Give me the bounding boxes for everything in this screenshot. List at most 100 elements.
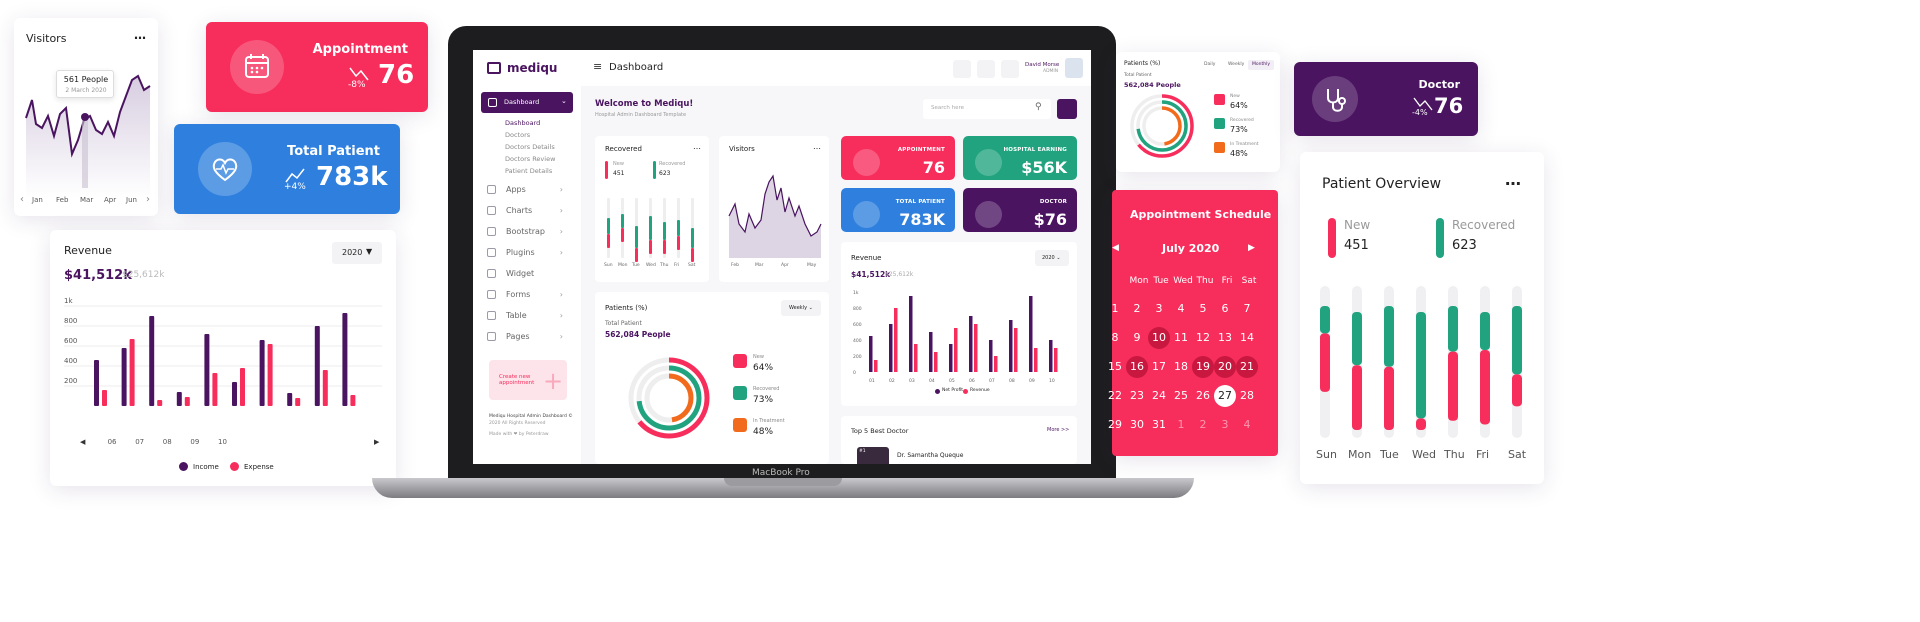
sidebar-item-label: Table (506, 311, 527, 320)
calendar-day[interactable]: 5 (1192, 298, 1214, 320)
revenue-mini-chart: 1k 800 600 400 200 0 01 02 03 04 05 06 07 08 09 10 (853, 290, 1058, 384)
tile-value: 783K (899, 210, 945, 229)
tile-label: HOSPITAL EARNING (1003, 147, 1067, 153)
visitors-next-button[interactable]: › (146, 194, 150, 205)
logo: mediqu (507, 61, 558, 75)
visitors-mini-chart (728, 174, 822, 258)
legend-value: 64% (1230, 101, 1248, 110)
calendar-day[interactable]: 1 (1104, 298, 1126, 320)
settings-icon[interactable] (1001, 60, 1019, 78)
calendar-day[interactable]: 22 (1104, 385, 1126, 407)
sidebar-subitem[interactable]: Doctors Details (505, 143, 555, 151)
doctor-change: -4% (1412, 108, 1428, 117)
x-tick-label: 06 (108, 438, 117, 446)
calendar-day[interactable]: 12 (1192, 327, 1214, 349)
calendar-day[interactable]: 23 (1126, 385, 1148, 407)
sidebar-item-table[interactable]: Table › (487, 311, 569, 320)
y-tick-label: 800 (64, 317, 77, 325)
calendar-day[interactable]: 7 (1236, 298, 1258, 320)
calendar-day[interactable]: 11 (1170, 327, 1192, 349)
sidebar-subitem[interactable]: Doctors (505, 131, 530, 139)
calendar-day[interactable]: 10 (1148, 327, 1170, 349)
avatar[interactable] (1065, 58, 1083, 78)
fullscreen-icon[interactable] (953, 60, 971, 78)
stat-tile-appointment[interactable]: APPOINTMENT 76 (841, 136, 955, 180)
calendar-day[interactable]: 3 (1214, 414, 1236, 436)
calendar-day[interactable]: 26 (1192, 385, 1214, 407)
sidebar-subitem[interactable]: Doctors Review (505, 155, 555, 163)
y-tick-label: 200 (853, 354, 862, 360)
calendar-day[interactable]: 29 (1104, 414, 1126, 436)
stat-tile-patient[interactable]: TOTAL PATIENT 783K (841, 188, 955, 232)
revenue-next-button[interactable]: ▶ (374, 438, 379, 446)
search-input[interactable]: Search here ⚲ (923, 99, 1051, 119)
calendar-day[interactable]: 6 (1214, 298, 1236, 320)
visitors-prev-button[interactable]: ‹ (20, 194, 24, 205)
x-tick-label: 03 (909, 378, 915, 384)
revenue-prev-button[interactable]: ◀ (80, 438, 85, 446)
calendar-day[interactable]: 2 (1126, 298, 1148, 320)
calendar-day[interactable]: 3 (1148, 298, 1170, 320)
recovered-bar (1352, 312, 1362, 366)
sidebar-subitem[interactable]: Dashboard (505, 119, 540, 127)
tooltip-value: 561 People (63, 75, 109, 84)
day-label: Sun (1316, 448, 1337, 461)
calendar-day[interactable]: 9 (1126, 327, 1148, 349)
sidebar-item-forms[interactable]: Forms › (487, 290, 569, 299)
doctor-value: 76 (1434, 94, 1464, 118)
calendar-next-button[interactable]: ▶ (1248, 243, 1255, 253)
x-tick-label: 10 (1049, 378, 1055, 384)
calendar-day[interactable]: 1 (1170, 414, 1192, 436)
calendar-day[interactable]: 24 (1148, 385, 1170, 407)
sidebar-item-apps[interactable]: Apps › (487, 185, 569, 194)
calendar-day[interactable]: 2 (1192, 414, 1214, 436)
legend-label: Recovered (1230, 118, 1254, 123)
y-tick-label: 800 (853, 306, 862, 312)
sidebar-item-pages[interactable]: Pages › (487, 332, 569, 341)
calendar-day[interactable]: 20 (1214, 356, 1236, 378)
sidebar-subitem[interactable]: Patient Details (505, 167, 552, 175)
day-label: Sat (1508, 448, 1527, 461)
new-bar (1320, 333, 1330, 392)
calendar-day[interactable]: 19 (1192, 356, 1214, 378)
calendar-day[interactable]: 4 (1236, 414, 1258, 436)
calendar-day[interactable]: 13 (1214, 327, 1236, 349)
appointment-card: Appointment -8% 76 (206, 22, 428, 112)
calendar-day[interactable]: 17 (1148, 356, 1170, 378)
stat-tile-earning[interactable]: HOSPITAL EARNING $56K (963, 136, 1077, 180)
more-link[interactable]: More >> (1047, 427, 1069, 433)
calendar-day[interactable]: 16 (1126, 356, 1148, 378)
new-bar (635, 248, 638, 262)
revenue-bar (914, 344, 918, 372)
recovered-bar (621, 214, 624, 228)
stat-tile-doctor[interactable]: DOCTOR $76 (963, 188, 1077, 232)
create-appointment-button[interactable]: Create new appointment + (489, 360, 567, 400)
calendar-day[interactable]: 18 (1170, 356, 1192, 378)
hamburger-icon[interactable]: ≡ (593, 60, 602, 73)
sidebar-item-charts[interactable]: Charts › (487, 206, 569, 215)
widget-icon (487, 269, 496, 278)
sidebar-item-dashboard[interactable]: Dashboard ⌄ (481, 92, 573, 113)
calendar-day[interactable]: 21 (1236, 356, 1258, 378)
patients-ring-chart (628, 357, 710, 439)
new-bar (1512, 374, 1522, 407)
calendar-day[interactable]: 31 (1148, 414, 1170, 436)
sidebar-item-label: Apps (506, 185, 526, 194)
calendar-day[interactable]: 30 (1126, 414, 1148, 436)
calendar-day[interactable]: 15 (1104, 356, 1126, 378)
grid-icon[interactable] (977, 60, 995, 78)
month-label: Mar (80, 196, 94, 204)
revenue-bar (974, 324, 978, 372)
search-submit-button[interactable] (1057, 99, 1077, 119)
calendar-day[interactable]: 4 (1170, 298, 1192, 320)
calendar-prev-button[interactable]: ◀ (1112, 243, 1119, 253)
net-profit-bar (969, 316, 973, 372)
calendar-day[interactable]: 28 (1236, 385, 1258, 407)
calendar-day[interactable]: 14 (1236, 327, 1258, 349)
calendar-day[interactable]: 27 (1214, 385, 1236, 407)
sidebar-item-plugins[interactable]: Plugins › (487, 248, 569, 257)
calendar-day[interactable]: 8 (1104, 327, 1126, 349)
sidebar-item-bootstrap[interactable]: Bootstrap › (487, 227, 569, 236)
calendar-day[interactable]: 25 (1170, 385, 1192, 407)
sidebar-item-widget[interactable]: Widget (487, 269, 569, 278)
